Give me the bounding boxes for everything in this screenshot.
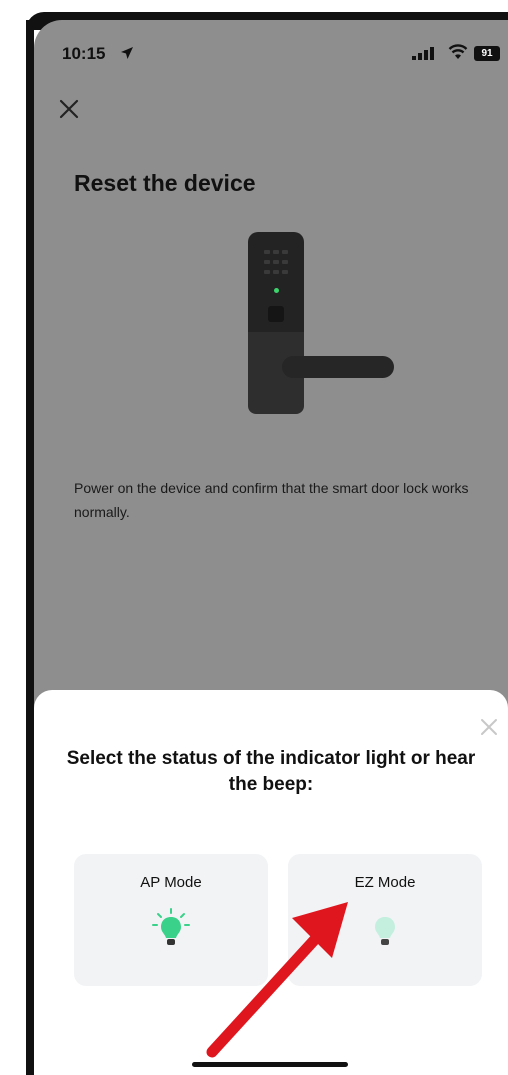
ap-mode-option[interactable]: AP Mode [74, 854, 268, 986]
fingerprint-sensor [268, 306, 284, 322]
page-title: Reset the device [74, 170, 256, 196]
lock-keypad [262, 248, 290, 284]
lock-indicator-led [274, 288, 279, 293]
ez-mode-label: EZ Mode [354, 874, 416, 891]
close-icon[interactable] [54, 94, 84, 124]
status-time: 10:15 [62, 44, 106, 63]
location-arrow-icon [121, 47, 133, 59]
phone-frame-left [26, 20, 34, 1075]
sheet-title: Select the status of the indicator light… [66, 748, 476, 795]
lock-handle [282, 356, 394, 378]
ap-mode-label: AP Mode [140, 874, 202, 891]
flashing-bulb-icon [152, 908, 190, 945]
instruction-text: Power on the device and confirm that the… [74, 480, 469, 520]
bottom-sheet: Select the status of the indicator light… [34, 690, 508, 1075]
ez-mode-option[interactable]: EZ Mode [288, 854, 482, 986]
battery-icon: 91 [474, 46, 500, 61]
battery-level: 91 [481, 48, 493, 59]
lock-upper-panel [248, 232, 304, 332]
cellular-signal-icon [412, 47, 434, 60]
sheet-close-icon[interactable] [478, 716, 500, 738]
wifi-icon [448, 44, 468, 59]
dim-bulb-icon [375, 917, 395, 945]
status-bar: 10:15 91 [34, 20, 508, 80]
phone-screen: 10:15 91 Reset the device Power on the d… [34, 20, 508, 1075]
door-lock-illustration [248, 232, 304, 414]
home-indicator [192, 1062, 348, 1067]
